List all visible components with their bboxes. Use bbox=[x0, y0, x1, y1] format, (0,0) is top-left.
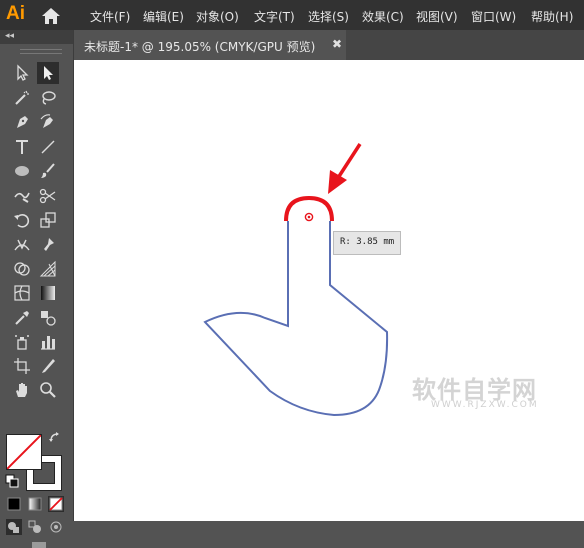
eyedropper-tool-icon[interactable] bbox=[11, 307, 33, 329]
mesh-tool-icon[interactable] bbox=[11, 282, 33, 304]
close-icon[interactable]: ✖ bbox=[332, 37, 342, 51]
menu-edit[interactable]: 编辑(E) bbox=[143, 8, 184, 25]
width-tool-icon[interactable] bbox=[11, 234, 33, 256]
document-tab[interactable]: 未标题-1* @ 195.05% (CMYK/GPU 预览) ✖ bbox=[74, 30, 346, 60]
rotate-tool-icon[interactable] bbox=[11, 209, 33, 231]
tools-panel-header[interactable]: ◂◂ bbox=[0, 30, 73, 44]
watermark-url: WWW.RJZXW.COM bbox=[431, 400, 539, 410]
line-segment-tool-icon[interactable] bbox=[37, 136, 59, 158]
menu-bar: Ai 文件(F) 编辑(E) 对象(O) 文字(T) 选择(S) 效果(C) 视… bbox=[0, 0, 584, 30]
collapse-icon[interactable]: ◂◂ bbox=[5, 31, 14, 41]
puppet-warp-tool-icon[interactable] bbox=[37, 234, 59, 256]
scale-tool-icon[interactable] bbox=[37, 209, 59, 231]
default-fill-stroke-icon[interactable] bbox=[5, 474, 19, 488]
menu-file[interactable]: 文件(F) bbox=[90, 8, 130, 25]
fill-swatch[interactable] bbox=[6, 434, 42, 470]
artwork[interactable] bbox=[74, 60, 584, 521]
gradient-tool-icon[interactable] bbox=[37, 282, 59, 304]
document-tab-bar: 未标题-1* @ 195.05% (CMYK/GPU 预览) ✖ bbox=[74, 30, 584, 60]
menu-effect[interactable]: 效果(C) bbox=[362, 8, 404, 25]
ellipse-tool-icon[interactable] bbox=[11, 160, 33, 182]
menu-view[interactable]: 视图(V) bbox=[416, 8, 458, 25]
column-graph-tool-icon[interactable] bbox=[37, 331, 59, 353]
panel-grip[interactable] bbox=[20, 49, 62, 54]
home-icon[interactable] bbox=[41, 7, 61, 25]
blend-tool-icon[interactable] bbox=[37, 307, 59, 329]
shaper-tool-icon[interactable] bbox=[11, 185, 33, 207]
artboard-canvas[interactable]: R: 3.85 mm 软件自学网 WWW.RJZXW.COM bbox=[74, 60, 584, 521]
shape-builder-tool-icon[interactable] bbox=[11, 258, 33, 280]
radius-tooltip-text: R: 3.85 mm bbox=[340, 237, 395, 247]
swap-fill-stroke-icon[interactable] bbox=[48, 431, 62, 445]
zoom-tool-icon[interactable] bbox=[37, 379, 59, 401]
none-mode-icon[interactable] bbox=[48, 496, 64, 512]
draw-normal-icon[interactable] bbox=[6, 519, 22, 535]
menu-type[interactable]: 文字(T) bbox=[254, 8, 295, 25]
menu-select[interactable]: 选择(S) bbox=[308, 8, 349, 25]
magic-wand-tool-icon[interactable] bbox=[11, 87, 33, 109]
corner-widget-icon[interactable] bbox=[304, 212, 314, 222]
selection-tool-icon[interactable] bbox=[11, 62, 33, 84]
red-arrow-annotation bbox=[328, 143, 362, 194]
pen-tool-icon[interactable] bbox=[11, 111, 33, 133]
draw-inside-icon[interactable] bbox=[48, 519, 64, 535]
draw-behind-icon[interactable] bbox=[27, 519, 43, 535]
menu-help[interactable]: 帮助(H) bbox=[531, 8, 573, 25]
paintbrush-tool-icon[interactable] bbox=[37, 160, 59, 182]
curvature-tool-icon[interactable] bbox=[37, 111, 59, 133]
hand-tool-icon[interactable] bbox=[11, 379, 33, 401]
perspective-grid-tool-icon[interactable] bbox=[37, 258, 59, 280]
color-mode-icon[interactable] bbox=[6, 496, 22, 512]
menu-window[interactable]: 窗口(W) bbox=[471, 8, 516, 25]
none-fill-icon bbox=[7, 435, 41, 469]
slice-tool-icon[interactable] bbox=[37, 355, 59, 377]
direct-selection-tool-icon[interactable] bbox=[37, 62, 59, 84]
radius-tooltip: R: 3.85 mm bbox=[333, 231, 401, 255]
tools-panel: ◂◂ bbox=[0, 30, 74, 548]
screen-mode-icon[interactable] bbox=[32, 542, 46, 548]
document-tab-title: 未标题-1* @ 195.05% (CMYK/GPU 预览) bbox=[84, 40, 316, 54]
menu-object[interactable]: 对象(O) bbox=[196, 8, 239, 25]
lasso-tool-icon[interactable] bbox=[37, 87, 59, 109]
app-logo: Ai bbox=[6, 3, 25, 24]
scissors-tool-icon[interactable] bbox=[37, 185, 59, 207]
artboard-tool-icon[interactable] bbox=[11, 355, 33, 377]
symbol-sprayer-tool-icon[interactable] bbox=[11, 331, 33, 353]
type-tool-icon[interactable] bbox=[11, 136, 33, 158]
gradient-mode-icon[interactable] bbox=[27, 496, 43, 512]
